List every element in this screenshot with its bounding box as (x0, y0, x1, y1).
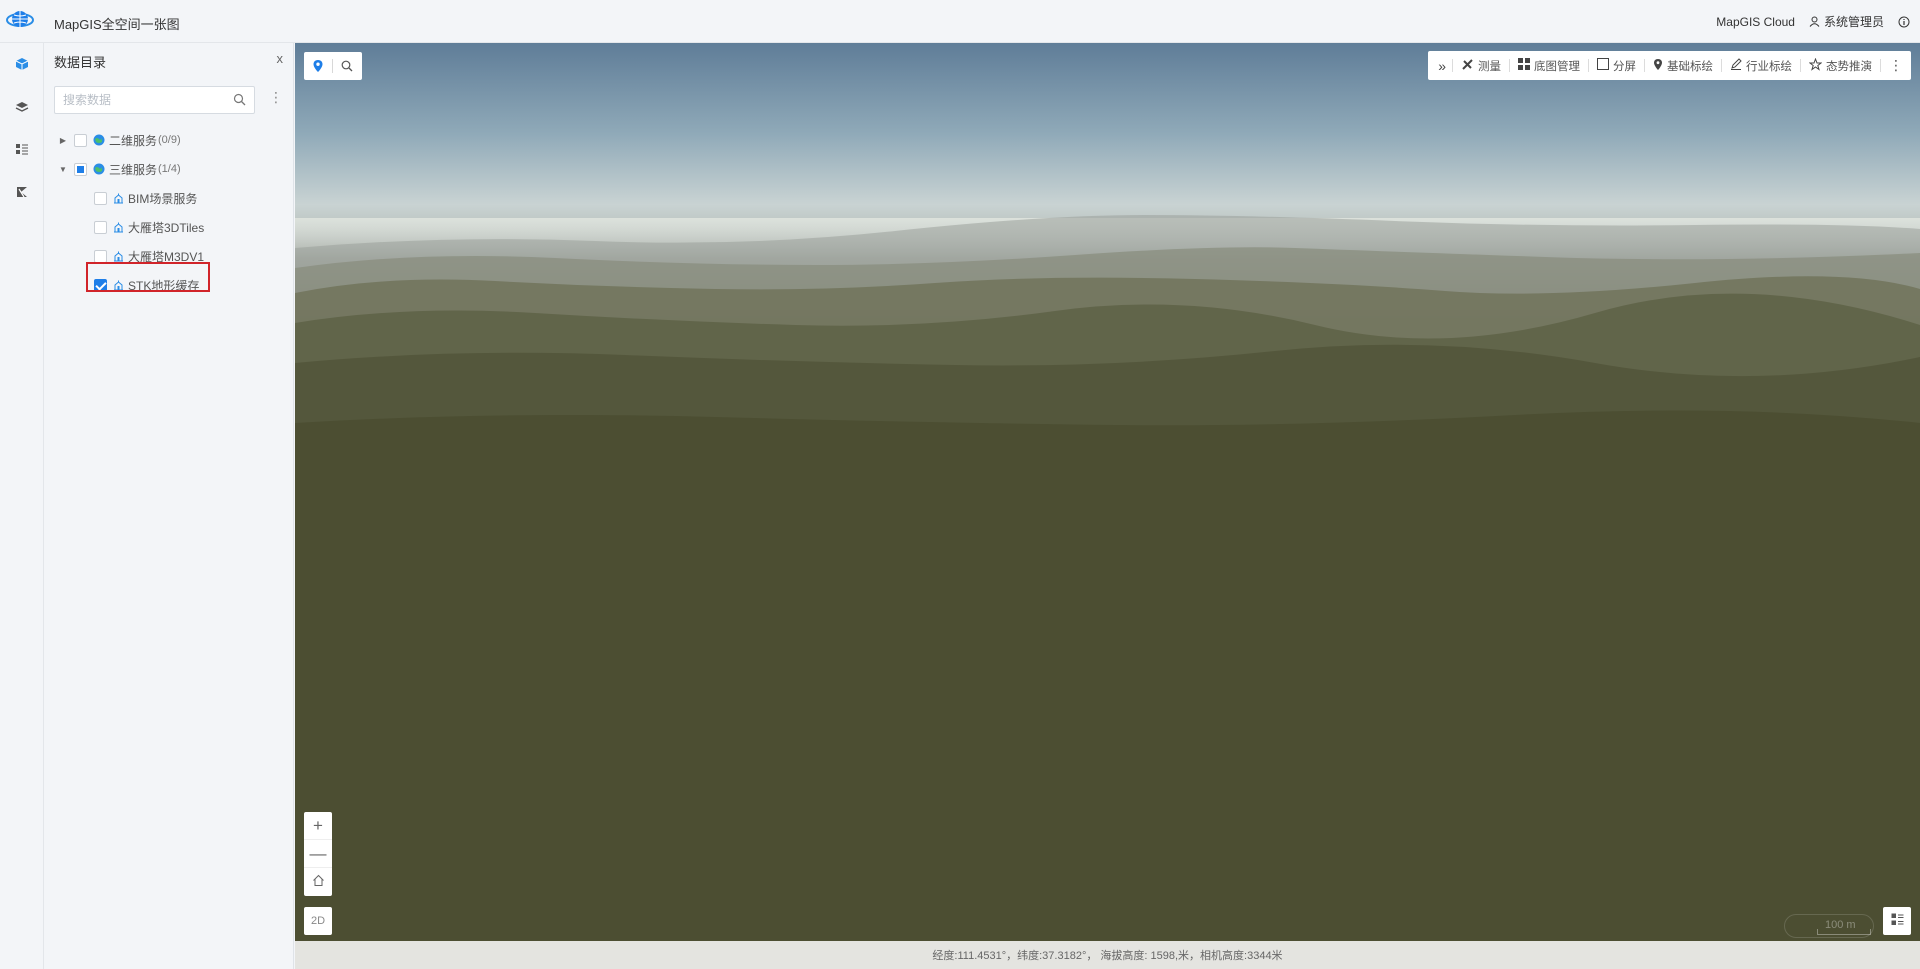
caret-down-icon[interactable]: ▼ (58, 164, 68, 174)
home-icon (312, 872, 325, 892)
checkbox-dayanta-m3dv1[interactable] (94, 249, 107, 263)
pen-icon (1730, 58, 1742, 73)
tool-label: 分屏 (1613, 60, 1636, 73)
view-2d-button[interactable]: 2D (304, 907, 332, 935)
user-name: 系统管理员 (1823, 15, 1884, 29)
node-label: BIM场景服务 (128, 191, 198, 206)
more-options-button[interactable]: ⋮ (269, 90, 283, 104)
scale-line (1817, 929, 1871, 935)
checkbox-dayanta-3dtiles[interactable] (94, 220, 107, 234)
search-icon[interactable] (333, 52, 361, 80)
caret-right-icon[interactable]: ▶ (58, 135, 68, 145)
split-screen-icon (1597, 58, 1609, 73)
tool-label: 态势推演 (1826, 60, 1872, 73)
zoom-in-button[interactable]: + (304, 812, 332, 840)
globe-logo-icon (6, 8, 34, 32)
tool-basemap[interactable]: 底图管理 (1510, 58, 1588, 74)
locate-search-toolbar (304, 52, 362, 80)
app-title: MapGIS全空间一张图 (54, 17, 180, 32)
user-icon (1809, 16, 1820, 27)
zoom-out-button[interactable]: — (304, 840, 332, 868)
grid-list-icon (1891, 913, 1904, 929)
zoom-controls: + — (304, 812, 332, 896)
layers-icon (15, 100, 29, 117)
map-viewport[interactable]: » 测量 底图管理 分屏 基础标绘 行业标绘 态势推演 ⋮ + — 2D 100… (295, 43, 1920, 941)
coordinate-readout: 经度:111.4531°，纬度:37.3182°， 海拔高度: 1598,米，相… (932, 950, 1283, 962)
cloud-link[interactable]: MapGIS Cloud (1716, 15, 1795, 29)
home-button[interactable] (304, 868, 332, 896)
tool-basic-plot[interactable]: 基础标绘 (1645, 58, 1721, 74)
tool-situation[interactable]: 态势推演 (1801, 57, 1880, 74)
tool-industry-plot[interactable]: 行业标绘 (1722, 58, 1800, 74)
rail-legend[interactable] (0, 130, 44, 170)
pin-icon (1653, 58, 1663, 74)
status-bar: 经度:111.4531°，纬度:37.3182°， 海拔高度: 1598,米，相… (295, 941, 1920, 969)
tree-node-2d-services[interactable]: ▶ 二维服务 (0/9) (58, 129, 181, 151)
tool-label: 测量 (1478, 60, 1501, 73)
search-box (54, 86, 255, 114)
cube-icon (15, 57, 29, 74)
tool-label: 基础标绘 (1667, 60, 1713, 73)
building-node-icon (113, 193, 124, 204)
star-icon (1808, 57, 1823, 74)
data-catalog-panel: 数据目录 x ⋮ ▶ 二维服务 (0/9) ▼ 三维服务 (1/4) (44, 43, 294, 969)
node-count: (0/9) (158, 134, 181, 146)
node-count: (1/4) (158, 163, 181, 175)
tool-label: 底图管理 (1534, 60, 1580, 73)
ruler-icon (1461, 58, 1474, 74)
rail-analysis[interactable] (0, 173, 44, 213)
analysis-icon (15, 185, 29, 202)
app-header: MapGIS全空间一张图 MapGIS Cloud 系统管理员 (0, 0, 1920, 43)
info-icon[interactable] (1898, 16, 1910, 28)
basemap-switch-button[interactable] (1883, 907, 1911, 935)
map-toolbar: » 测量 底图管理 分屏 基础标绘 行业标绘 态势推演 ⋮ (1428, 51, 1911, 80)
node-label: 大雁塔3DTiles (128, 220, 205, 235)
building-node-icon (113, 251, 124, 262)
rail-layers[interactable] (0, 88, 44, 128)
node-label: 三维服务 (109, 162, 158, 177)
grid-icon (1518, 58, 1530, 73)
legend-icon (15, 142, 29, 159)
checkbox-3d-services[interactable] (74, 162, 87, 176)
globe-node-icon (93, 134, 105, 146)
scale-bar: 100 m (1784, 914, 1874, 938)
globe-node-icon (93, 163, 105, 175)
checkbox-2d-services[interactable] (74, 133, 87, 147)
panel-title: 数据目录 (54, 55, 107, 70)
tool-measure[interactable]: 测量 (1453, 58, 1509, 74)
terrain-scene (295, 215, 1920, 941)
left-rail (0, 43, 44, 969)
tree-node-bim-scene[interactable]: BIM场景服务 (94, 187, 197, 209)
tool-label: 行业标绘 (1746, 60, 1792, 73)
search-icon[interactable] (233, 93, 246, 109)
collapse-toolbar-button[interactable]: » (1436, 58, 1452, 74)
building-node-icon (113, 222, 124, 233)
search-input[interactable] (55, 87, 225, 113)
toolbar-more-button[interactable]: ⋮ (1881, 57, 1903, 74)
tree-node-3d-services[interactable]: ▼ 三维服务 (1/4) (58, 158, 181, 180)
selection-highlight-box (86, 262, 210, 292)
rail-data-catalog[interactable] (0, 45, 44, 85)
close-button[interactable]: x (277, 51, 284, 66)
checkbox-bim-scene[interactable] (94, 191, 107, 205)
node-label: 二维服务 (109, 133, 158, 148)
tree-node-dayanta-3dtiles[interactable]: 大雁塔3DTiles (94, 216, 204, 238)
user-menu[interactable]: 系统管理员 (1809, 13, 1884, 30)
tool-split-screen[interactable]: 分屏 (1589, 58, 1644, 74)
location-pin-icon[interactable] (304, 52, 332, 80)
